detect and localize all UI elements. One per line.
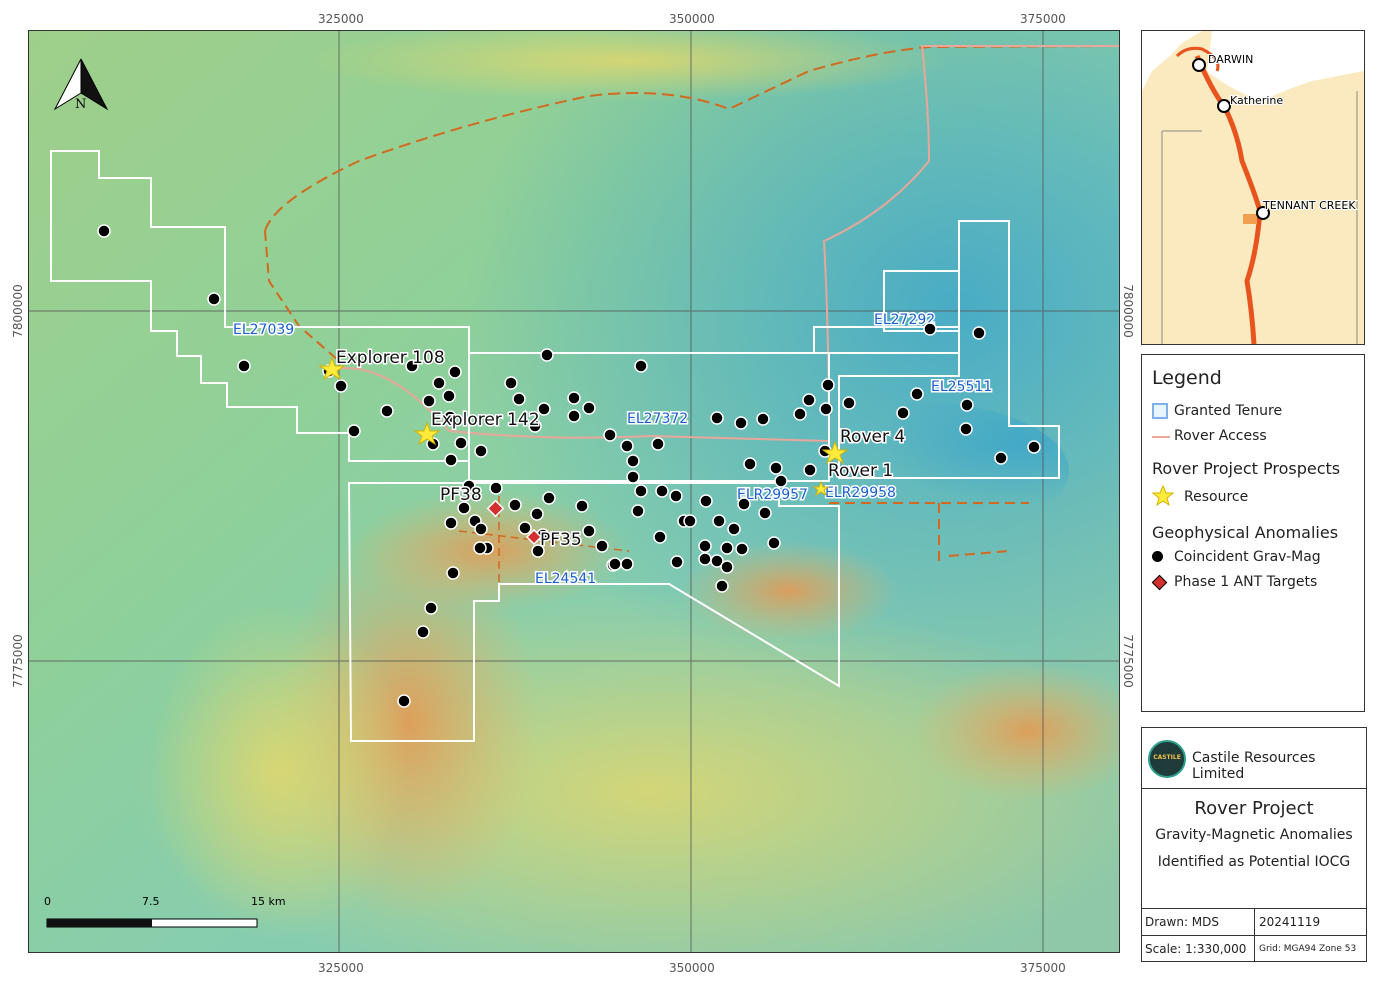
main-map[interactable]: EL27039 EL27292 EL25511 EL27372 ELR29957… <box>28 30 1120 953</box>
town-icon <box>1192 58 1206 72</box>
prospect-label: Rover 1 <box>828 461 893 481</box>
prospect-label: Explorer 142 <box>431 410 540 430</box>
ant-target-label: PF35 <box>540 530 582 550</box>
resource-star-icon <box>1152 485 1174 507</box>
legend-panel: Legend Granted Tenure Rover Access Rover… <box>1141 354 1365 712</box>
ant-target-icon <box>1151 574 1168 591</box>
granted-tenure-swatch <box>1152 403 1168 419</box>
legend-prospects-heading: Rover Project Prospects <box>1152 459 1341 478</box>
legend-granted-tenure: Granted Tenure <box>1174 403 1283 419</box>
legend-rover-access: Rover Access <box>1174 428 1267 444</box>
northing-label-right: 7800000 <box>1121 284 1135 338</box>
town-icon <box>1217 99 1231 113</box>
drawn-by: Drawn: MDS <box>1145 915 1220 929</box>
company-name: Castile Resources Limited <box>1192 750 1316 782</box>
northing-label-right: 7775000 <box>1121 634 1135 688</box>
easting-label-top: 375000 <box>1020 12 1066 26</box>
tenement-label: EL24541 <box>535 571 596 587</box>
inset-canvas: DARWIN Katherine TENNANT CREEK <box>1142 31 1364 344</box>
ant-target-label: PF38 <box>440 485 482 505</box>
legend-resource: Resource <box>1184 489 1249 505</box>
northing-label-left: 7775000 <box>11 634 25 688</box>
prospect-label: Explorer 108 <box>336 348 445 368</box>
scale-tick: 7.5 <box>142 895 160 908</box>
logo-text: CASTILE <box>1153 754 1181 761</box>
inset-place: DARWIN <box>1208 53 1253 66</box>
north-label: N <box>75 97 86 112</box>
info-grid: Drawn: MDS 20241119 Scale: 1:330,000 Gri… <box>1142 908 1366 962</box>
easting-label-bottom: 375000 <box>1020 961 1066 975</box>
tenement-label: EL27039 <box>233 322 294 338</box>
legend-phase1: Phase 1 ANT Targets <box>1174 574 1318 590</box>
northing-label-left: 7800000 <box>11 284 25 338</box>
map-subtitle: Gravity-Magnetic Anomalies <box>1155 827 1353 843</box>
easting-label-bottom: 350000 <box>669 961 715 975</box>
anomaly-dot-icon <box>1152 551 1163 562</box>
legend-anomalies-heading: Geophysical Anomalies <box>1152 523 1339 542</box>
map-subtitle: Identified as Potential IOCG <box>1157 854 1351 870</box>
inset-place: TENNANT CREEK <box>1262 199 1356 212</box>
map-scale: Scale: 1:330,000 <box>1145 942 1247 956</box>
rover-access-swatch <box>1152 436 1170 438</box>
tenement-label: EL25511 <box>931 379 992 395</box>
inset-place: Katherine <box>1230 94 1283 107</box>
tenement-label: ELR29958 <box>825 485 896 501</box>
scale-tick: 0 <box>44 895 51 908</box>
castile-logo: CASTILE <box>1148 740 1186 778</box>
easting-label-bottom: 325000 <box>318 961 364 975</box>
map-grid: Grid: MGA94 Zone 53 <box>1259 944 1357 954</box>
company-row: CASTILE Castile Resources Limited <box>1142 728 1366 789</box>
scale-tick: 15 km <box>251 895 286 908</box>
prospect-label: Rover 4 <box>840 427 905 447</box>
tenement-label: EL27372 <box>627 411 688 427</box>
legend-coincident: Coincident Grav-Mag <box>1174 549 1321 565</box>
title-block: CASTILE Castile Resources Limited Rover … <box>1141 727 1367 962</box>
legend-title: Legend <box>1152 367 1222 389</box>
project-title: Rover Project <box>1194 798 1314 819</box>
easting-label-top: 325000 <box>318 12 364 26</box>
map-canvas: EL27039 EL27292 EL25511 EL27372 ELR29957… <box>29 31 1119 952</box>
map-date: 20241119 <box>1259 915 1321 929</box>
project-area-marker <box>1243 214 1257 224</box>
easting-label-top: 350000 <box>669 12 715 26</box>
inset-map[interactable]: DARWIN Katherine TENNANT CREEK <box>1141 30 1365 345</box>
